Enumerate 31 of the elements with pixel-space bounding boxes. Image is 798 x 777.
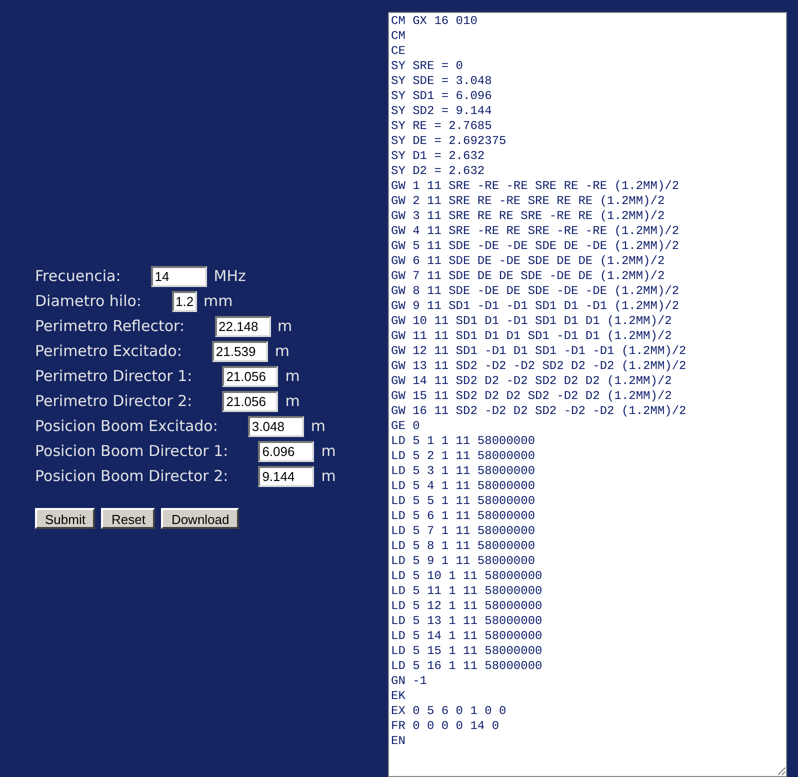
form-button[interactable]: Submit: [35, 508, 96, 529]
unit-label: m: [274, 341, 290, 362]
input-field[interactable]: 21.056: [222, 366, 278, 387]
field-label: Perimetro Director 1:: [35, 366, 192, 388]
unit-label: mm: [204, 291, 233, 312]
field-label: Posicion Boom Excitado:: [35, 416, 218, 438]
form-button[interactable]: Reset: [101, 508, 156, 529]
input-field[interactable]: 21.056: [222, 391, 278, 412]
input-field[interactable]: 1.2: [172, 291, 196, 312]
output-text-area[interactable]: CM GX 16 010 CM CE SY SRE = 0 SY SDE = 3.048 SY SD1 = 6.096 SY SD2 = 9.144 SY RE = 2.7685 SY DE = 2.692375 SY D1 = 2.632 SY D2 = 2.632 GW 1 11 SRE -RE -RE SRE RE -RE (1.2MM)/2 GW 2 11 SRE RE -RE SRE RE RE (1.2MM)/2 GW 3 11 SRE RE RE SRE -RE RE (1.2MM)/2 GW 4 11 SRE -RE RE SRE -RE -RE (1.2MM)/2 GW 5 11 SDE -DE -DE SDE DE -DE (1.2MM)/2 GW 6 11 SDE DE -DE SDE DE DE (1.2MM)/2 GW 7 11 SDE DE DE SDE -DE DE (1.2MM)/2 GW 8 11 SDE -DE DE SDE -DE -DE (1.2MM)/2 GW 9 11 SD1 -D1 -D1 SD1 D1 -D1 (1.2MM)/2 GW 10 11 SD1 D1 -D1 SD1 D1 D1 (1.2MM)/2 GW 11 11 SD1 D1 D1 SD1 -D1 D1 (1.2MM)/2 GW 12 11 SD1 -D1 D1 SD1 -D1 -D1 (1.2MM)/2 GW 13 11 SD2 -D2 -D2 SD2 D2 -D2 (1.2MM)/2 GW 14 11 SD2 D2 -D2 SD2 D2 D2 (1.2MM)/2 GW 15 11 SD2 D2 D2 SD2 -D2 D2 (1.2MM)/2 GW 16 11 SD2 -D2 D2 SD2 -D2 -D2 (1.2MM)/2 GE 0 LD 5 1 1 11 58000000 LD 5 2 1 11 58000000 LD 5 3 1 11 58000000 LD 5 4 1 11 58000000 LD 5 5 1 11 58000000 LD 5 6 1 11 58000000 LD 5 7 1 11 58000000 LD 5 8 1 11 58000000 LD 5 9 1 11 58000000 LD 5 10 1 11 58000000 LD 5 11 1 11 58000000 LD 5 12 1 11 58000000 LD 5 13 1 11 58000000 LD 5 14 1 11 58000000 LD 5 15 1 11 58000000 LD 5 16 1 11 58000000 GN -1 EK EX 0 5 6 0 1 0 0 FR 0 0 0 0 14 0 EN: [388, 12, 787, 777]
unit-label: m: [285, 391, 300, 412]
unit-label: m: [321, 441, 336, 462]
unit-label: m: [321, 466, 336, 488]
field-label: Frecuencia:: [35, 266, 121, 288]
input-field[interactable]: 21.539: [212, 341, 268, 362]
field-label: Posicion Boom Director 2:: [35, 466, 228, 488]
input-field[interactable]: 6.096: [258, 441, 314, 462]
unit-label: m: [285, 366, 300, 388]
form-button[interactable]: Download: [161, 508, 240, 529]
input-field[interactable]: 9.144: [258, 466, 314, 487]
unit-label: m: [310, 416, 326, 438]
field-label: Posicion Boom Director 1:: [35, 441, 228, 462]
field-label: Perimetro Reflector:: [35, 316, 184, 338]
field-label: Perimetro Excitado:: [35, 341, 182, 362]
input-field[interactable]: 14: [150, 266, 207, 287]
unit-label: m: [278, 316, 292, 338]
input-field[interactable]: 22.148: [214, 316, 270, 337]
field-label: Diametro hilo:: [35, 291, 142, 312]
field-label: Perimetro Director 2:: [35, 391, 192, 412]
input-field[interactable]: 3.048: [248, 416, 304, 437]
unit-label: MHz: [214, 266, 246, 288]
